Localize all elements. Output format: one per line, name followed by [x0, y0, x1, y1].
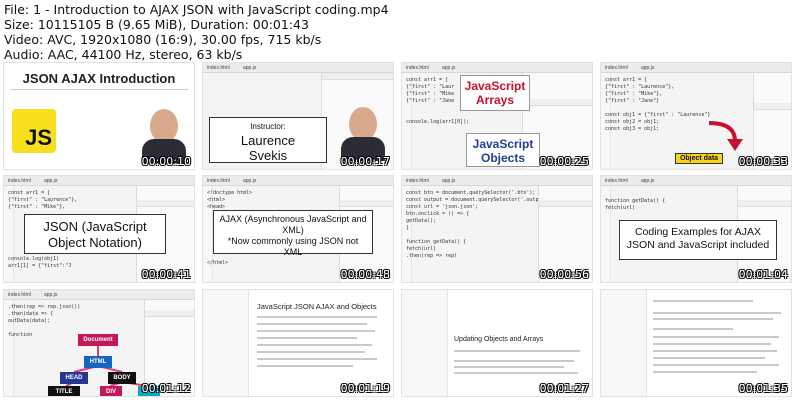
object-data-label: Object data: [675, 153, 723, 164]
thumbnail-5[interactable]: index.html app.js const arr1 = [ {"first…: [3, 175, 195, 283]
timestamp: 00:00:17: [340, 155, 390, 168]
node-body: BODY: [108, 372, 136, 384]
timestamp: 00:00:56: [539, 268, 589, 281]
thumbnail-4[interactable]: index.html app.js const arr1 = [ {"first…: [600, 62, 792, 170]
thumbnail-12[interactable]: 00:01:35: [600, 289, 792, 397]
toc-sidebar: [402, 290, 448, 396]
file-size-line: Size: 10115105 B (9.65 MiB), Duration: 0…: [4, 17, 309, 32]
node-head: HEAD: [60, 372, 88, 384]
timestamp: 00:00:48: [340, 268, 390, 281]
timestamp: 00:00:25: [539, 155, 589, 168]
objects-card: JavaScript Objects: [466, 133, 540, 167]
video-info-line: Video: AVC, 1920x1080 (16:9), 30.00 fps,…: [4, 32, 322, 47]
timestamp: 00:00:33: [738, 155, 788, 168]
toc-sidebar: [601, 290, 647, 396]
thumbnail-1[interactable]: JSON AJAX Introduction JS 00:00:10: [3, 62, 195, 170]
arrays-card: JavaScript Arrays: [460, 75, 530, 111]
timestamp: 00:01:12: [141, 382, 191, 395]
file-info-header: File: 1 - Introduction to AJAX JSON with…: [4, 2, 794, 62]
file-name-line: File: 1 - Introduction to AJAX JSON with…: [4, 2, 389, 17]
doc-heading: Updating Objects and Arrays: [454, 336, 544, 343]
coding-examples-card: Coding Examples for AJAX JSON and JavaSc…: [619, 220, 777, 260]
thumbnail-9[interactable]: index.html app.js .then(rep => rep.json(…: [3, 289, 195, 397]
javascript-logo: JS: [12, 109, 56, 153]
arrow-graphic: [708, 121, 743, 151]
timestamp: 00:01:19: [340, 382, 390, 395]
audio-info-line: Audio: AAC, 44100 Hz, stereo, 63 kb/s: [4, 47, 243, 62]
timestamp: 00:01:04: [738, 268, 788, 281]
thumbnail-10[interactable]: JavaScript JSON AJAX and Objects 00:01:1…: [202, 289, 394, 397]
thumbnail-8[interactable]: index.html app.js function getData() { f…: [600, 175, 792, 283]
timestamp: 00:01:35: [738, 382, 788, 395]
thumbnail-6[interactable]: index.html app.js <!doctype html> <html>…: [202, 175, 394, 283]
thumbnail-2[interactable]: index.html app.js Instructor: Laurence S…: [202, 62, 394, 170]
instructor-card: Instructor: Laurence Svekis: [209, 117, 327, 163]
thumbnail-7[interactable]: index.html app.js const btn = document.q…: [401, 175, 593, 283]
thumbnail-3[interactable]: index.html app.js const arr1 = [ {"first…: [401, 62, 593, 170]
thumbnail-11[interactable]: Updating Objects and Arrays 00:01:27: [401, 289, 593, 397]
ajax-caption-card: AJAX (Asynchronous JavaScript and XML) *…: [213, 210, 373, 257]
node-document: Document: [78, 334, 118, 346]
timestamp: 00:01:27: [539, 382, 589, 395]
instructor-video: [138, 103, 190, 163]
json-caption-card: JSON (JavaScript Object Notation): [24, 214, 166, 254]
doc-title: JavaScript JSON AJAX and Objects: [257, 302, 377, 311]
toc-sidebar: [203, 290, 249, 396]
timestamp: 00:00:10: [141, 155, 191, 168]
slide-title: JSON AJAX Introduction: [22, 71, 176, 86]
node-title: TITLE: [48, 386, 80, 396]
node-div-1: DIV: [100, 386, 122, 396]
node-html: HTML: [84, 356, 112, 368]
instructor-video: [337, 101, 389, 161]
timestamp: 00:00:41: [141, 268, 191, 281]
